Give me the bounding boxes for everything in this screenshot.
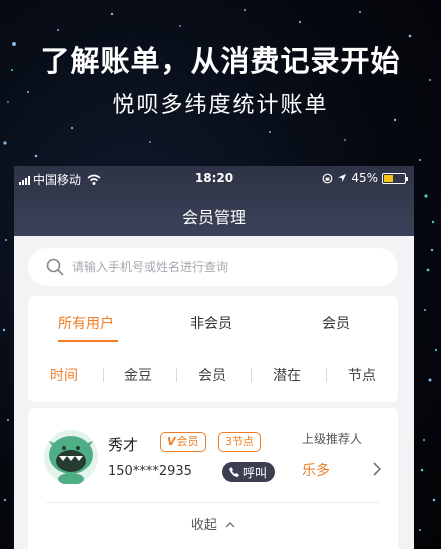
sort-members[interactable]: 会员	[198, 365, 226, 385]
user-type-tabs: 所有用户 非会员 会员	[28, 296, 398, 350]
filter-panel: 所有用户 非会员 会员 时间 金豆 会员 潜在 节点	[28, 296, 398, 402]
chevron-up-icon	[225, 522, 235, 528]
collapse-label: 收起	[190, 518, 217, 533]
divider	[326, 368, 327, 382]
monster-avatar-icon	[44, 430, 98, 484]
call-button[interactable]: 呼叫	[222, 462, 276, 482]
lock-rotation-icon	[322, 173, 333, 183]
collapse-button[interactable]: 收起	[28, 514, 398, 533]
member-phone: 150****2935	[108, 464, 192, 479]
member-card[interactable]: 秀才 V会员 3节点 150****2935 呼叫 上级推荐人 乐多 收起	[28, 408, 398, 549]
nav-header: 中国移动 18:20 45% 会员管理	[14, 166, 414, 236]
status-bar: 中国移动 18:20 45%	[14, 170, 414, 188]
divider	[176, 368, 177, 382]
chevron-right-icon[interactable]	[372, 460, 382, 478]
member-badge: V会员	[160, 432, 206, 452]
member-badge-label: 会员	[176, 435, 199, 448]
sort-nodes[interactable]: 节点	[348, 365, 376, 385]
location-arrow-icon	[338, 174, 347, 182]
card-divider	[46, 502, 380, 503]
promo-subline: 悦呗多纬度统计账单	[112, 93, 329, 118]
phone-icon	[229, 467, 239, 477]
active-tab-indicator	[58, 340, 118, 342]
member-name: 秀才	[108, 436, 139, 454]
sort-gold-beans[interactable]: 金豆	[124, 365, 152, 385]
tab-members[interactable]: 会员	[322, 313, 350, 333]
referrer-label: 上级推荐人	[302, 432, 363, 446]
tab-non-members[interactable]: 非会员	[190, 313, 232, 333]
sort-options: 时间 金豆 会员 潜在 节点	[28, 360, 398, 390]
node-badge: 3节点	[218, 432, 261, 452]
page-title: 会员管理	[181, 208, 246, 227]
vip-mark: V	[167, 435, 176, 448]
sort-potential[interactable]: 潜在	[273, 365, 301, 385]
promo-headline: 了解账单，从消费记录开始	[40, 44, 401, 78]
battery-percent: 45%	[351, 171, 378, 185]
search-bar[interactable]	[28, 248, 398, 286]
call-button-label: 呼叫	[243, 465, 268, 480]
sort-time[interactable]: 时间	[50, 365, 78, 385]
divider	[103, 368, 104, 382]
phone-screen: 中国移动 18:20 45% 会员管理 请输入手机号或姓名进行查询 所有用户 非…	[14, 166, 414, 549]
divider	[251, 368, 252, 382]
referrer-name: 乐多	[302, 463, 330, 479]
search-input[interactable]	[72, 260, 352, 274]
search-icon	[46, 258, 64, 276]
tab-all-users[interactable]: 所有用户	[58, 313, 114, 333]
battery-icon	[382, 172, 408, 184]
